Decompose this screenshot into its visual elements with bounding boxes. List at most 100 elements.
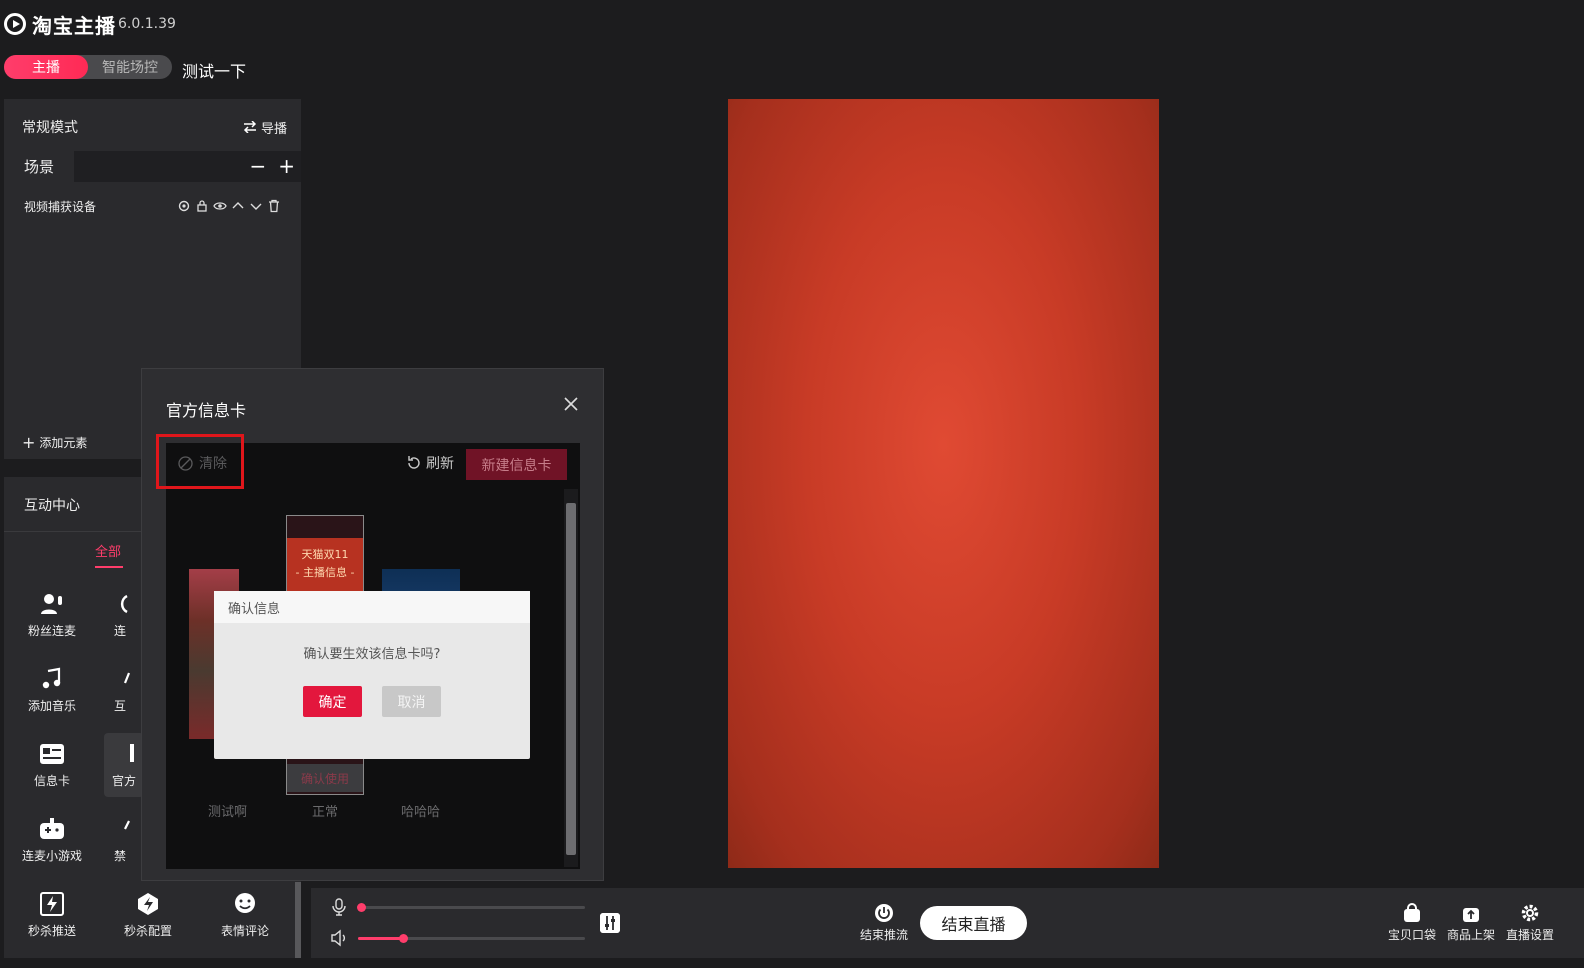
emoji-comment-icon <box>235 892 255 913</box>
end-push-label: 结束推流 <box>859 928 908 942</box>
connect-icon <box>120 594 128 613</box>
tab-all-underline <box>95 566 123 568</box>
upload-icon <box>1463 908 1479 922</box>
end-live-button[interactable]: 结束直播 <box>920 906 1027 940</box>
mode-toggle[interactable]: 主播 智能场控 <box>4 55 172 79</box>
lock-icon[interactable] <box>195 199 209 213</box>
tool-label: 禁 <box>113 848 126 863</box>
tool-official-card[interactable]: 官方 <box>104 733 144 797</box>
swap-icon <box>243 121 257 133</box>
confirm-cancel-button[interactable]: 取消 <box>382 686 441 717</box>
confirm-use-button[interactable]: 确认使用 <box>287 764 363 792</box>
confirm-dialog: 确认信息 确认要生效该信息卡吗? 确定 取消 <box>214 591 530 759</box>
chevron-down-icon[interactable] <box>249 199 263 213</box>
mode-smart-control-button[interactable]: 智能场控 <box>88 55 172 79</box>
tool-add-music[interactable]: 添加音乐 <box>4 660 100 720</box>
flash-config-icon <box>138 892 158 915</box>
mic-volume-knob[interactable] <box>357 903 366 912</box>
director-switch-button[interactable]: 导播 <box>243 118 287 137</box>
interaction-title: 互动中心 <box>24 498 80 514</box>
plus-icon: + <box>22 433 36 452</box>
card-list-scroll-thumb[interactable] <box>566 503 576 855</box>
mixer-icon[interactable] <box>600 913 620 933</box>
tool-ban[interactable]: 禁 <box>100 810 140 870</box>
gear-icon[interactable] <box>177 199 191 213</box>
bag-icon <box>1404 903 1420 922</box>
microphone-icon[interactable] <box>331 898 347 916</box>
dialog-title: 官方信息卡 <box>166 401 247 420</box>
mode-anchor-button[interactable]: 主播 <box>4 55 88 79</box>
confirm-message: 确认要生效该信息卡吗? <box>303 647 441 662</box>
card-name: 测试啊 <box>208 805 248 820</box>
card-banner: 天猫双11 - 主播信息 - <box>287 538 363 596</box>
tool-fans-mic[interactable]: 粉丝连麦 <box>4 585 100 645</box>
live-settings-label: 直播设置 <box>1505 928 1554 942</box>
tool-info-card[interactable]: 信息卡 <box>4 735 100 795</box>
official-card-icon <box>130 743 134 762</box>
refresh-label: 刷新 <box>426 456 454 472</box>
product-shelf-button[interactable]: 商品上架 <box>1441 903 1501 943</box>
new-info-card-button[interactable]: 新建信息卡 <box>466 449 567 480</box>
add-scene-icon[interactable]: + <box>278 154 295 178</box>
tool-emoji-comment[interactable]: 表情评论 <box>197 885 293 945</box>
eye-icon[interactable] <box>213 199 227 213</box>
confirm-ok-button[interactable]: 确定 <box>303 686 362 717</box>
logo-icon <box>4 13 26 35</box>
add-element-button[interactable]: + 添加元素 <box>22 433 87 452</box>
game-icon <box>40 817 64 839</box>
tab-scene[interactable]: 场景 <box>4 151 74 182</box>
tab-all[interactable]: 全部 <box>95 541 121 560</box>
panel-scrollbar[interactable] <box>295 882 301 958</box>
fans-mic-icon <box>41 593 62 614</box>
live-preview <box>728 99 1159 868</box>
end-push-button[interactable]: 结束推流 <box>856 903 912 943</box>
card-name: 哈哈哈 <box>401 805 441 820</box>
scene-tabbar: 场景 − + <box>4 151 301 182</box>
tool-mic-game[interactable]: 连麦小游戏 <box>4 810 100 870</box>
source-name: 视频捕获设备 <box>24 199 97 214</box>
confirm-title: 确认信息 <box>214 591 530 623</box>
tool-connect[interactable]: 连 <box>100 585 140 645</box>
tool-label: 连 <box>113 623 126 638</box>
director-switch-label: 导播 <box>260 121 287 137</box>
room-title: 测试一下 <box>182 62 247 81</box>
card-banner-line2: - 主播信息 - <box>295 566 355 579</box>
gear-icon <box>1521 904 1539 922</box>
live-settings-button[interactable]: 直播设置 <box>1500 903 1560 943</box>
flash-push-icon <box>40 891 64 916</box>
app-title: 淘宝主播 <box>32 13 116 38</box>
speaker-icon[interactable] <box>330 929 348 947</box>
tool-label: 官方 <box>111 773 136 788</box>
tool-label: 表情评论 <box>220 923 269 938</box>
tool-flash-config[interactable]: 秒杀配置 <box>100 885 196 945</box>
tool-label: 秒杀推送 <box>27 923 76 938</box>
remove-scene-icon[interactable]: − <box>249 154 266 178</box>
add-element-label: 添加元素 <box>39 436 88 450</box>
tool-label: 互 <box>113 698 126 713</box>
close-icon[interactable] <box>562 395 580 413</box>
refresh-button[interactable]: 刷新 <box>406 453 454 473</box>
tool-interact[interactable]: 互 <box>100 660 140 720</box>
source-item[interactable]: 视频捕获设备 <box>4 195 301 217</box>
mic-volume-slider[interactable] <box>358 906 585 909</box>
product-bag-button[interactable]: 宝贝口袋 <box>1382 903 1442 943</box>
tool-label: 粉丝连麦 <box>27 623 76 638</box>
tool-label: 秒杀配置 <box>123 923 172 938</box>
trash-icon[interactable] <box>267 199 281 213</box>
card-banner-line1: 天猫双11 <box>301 548 349 561</box>
highlight-box <box>156 434 244 489</box>
tool-label: 连麦小游戏 <box>21 848 82 863</box>
app-logo: 淘宝主播 <box>4 10 116 38</box>
ban-icon <box>124 820 130 829</box>
tool-flash-push[interactable]: 秒杀推送 <box>4 885 100 945</box>
speaker-volume-fill <box>358 937 404 940</box>
mode-label: 常规模式 <box>22 120 78 136</box>
app-version: 6.0.1.39 <box>118 16 176 32</box>
refresh-icon <box>408 456 420 469</box>
info-card-icon <box>40 743 64 764</box>
product-bag-label: 宝贝口袋 <box>1387 928 1436 942</box>
interact-icon <box>123 672 131 683</box>
card-name: 正常 <box>312 805 339 820</box>
tool-label: 信息卡 <box>33 773 70 788</box>
chevron-up-icon[interactable] <box>231 199 245 213</box>
